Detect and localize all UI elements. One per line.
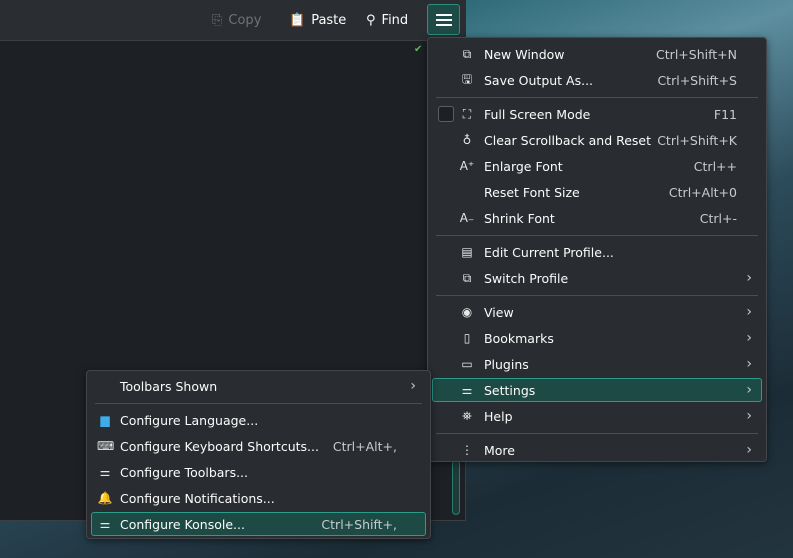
menu-item-label: Configure Notifications... [120, 490, 275, 506]
menu-item-help[interactable]: ⛯ Help › [432, 404, 762, 428]
shortcut-label: F11 [713, 106, 737, 122]
menu-item-bookmarks[interactable]: ▯ Bookmarks › [432, 326, 762, 350]
menu-item-plugins[interactable]: ▭ Plugins › [432, 352, 762, 376]
chevron-right-icon: › [746, 442, 752, 458]
chevron-right-icon: › [746, 304, 752, 320]
edit-profile-icon: ▤ [461, 245, 473, 259]
menu-item-configure-keyboard-shortcuts[interactable]: ⌨ Configure Keyboard Shortcuts... Ctrl+Alt… [91, 434, 426, 458]
menu-item-configure-notifications[interactable]: 🔔 Configure Notifications... [91, 486, 426, 510]
shortcut-label: Ctrl+Alt+, [332, 438, 397, 454]
toolbars-icon: ⚌ [99, 465, 111, 479]
chevron-right-icon: › [746, 408, 752, 424]
menu-item-reset-font-size[interactable]: Reset Font Size Ctrl+Alt+0 [432, 180, 762, 204]
menu-item-new-window[interactable]: ⧉ New Window Ctrl+Shift+N [432, 42, 762, 66]
menu-item-label: Full Screen Mode [484, 106, 591, 122]
fullscreen-icon: ⛶ [462, 106, 472, 121]
menu-item-label: Bookmarks [484, 330, 554, 346]
keyboard-icon: ⌨ [97, 439, 115, 453]
menu-item-label: Plugins [484, 356, 529, 372]
help-icon: ⛯ [462, 408, 472, 423]
menu-item-label: More [484, 442, 515, 458]
menu-item-label: Shrink Font [484, 210, 555, 226]
menu-item-save-output-as[interactable]: 🖫 Save Output As... Ctrl+Shift+S [432, 68, 762, 92]
menu-separator [436, 295, 758, 296]
eye-icon: ◉ [461, 305, 473, 319]
menu-item-label: Reset Font Size [484, 184, 580, 200]
checkbox[interactable] [438, 106, 454, 122]
chevron-right-icon: › [746, 330, 752, 346]
shortcut-label: Ctrl++ [693, 158, 737, 174]
bookmark-icon: ▯ [463, 331, 471, 345]
menu-item-configure-language[interactable]: ▆ Configure Language... [91, 408, 426, 432]
menu-item-configure-toolbars[interactable]: ⚌ Configure Toolbars... [91, 460, 426, 484]
shortcut-label: Ctrl+Shift+, [321, 516, 397, 532]
menu-item-clear-scrollback-and-reset[interactable]: ♁ Clear Scrollback and Reset Ctrl+Shift+K [432, 128, 762, 152]
settings-icon: ⚌ [461, 383, 473, 397]
enlarge-font-icon: A⁺ [459, 159, 475, 173]
chevron-right-icon: › [746, 382, 752, 398]
menu-item-label: Configure Konsole... [120, 516, 245, 532]
menu-item-view[interactable]: ◉ View › [432, 300, 762, 324]
menu-separator [95, 403, 422, 404]
menu-item-label: Save Output As... [484, 72, 594, 88]
menu-item-label: Configure Language... [120, 412, 259, 428]
menu-item-shrink-font[interactable]: A₋ Shrink Font Ctrl+- [432, 206, 762, 230]
menu-item-label: Settings [484, 382, 536, 398]
paste-icon: 📋 [289, 12, 306, 28]
shortcut-label: Ctrl+Alt+0 [668, 184, 737, 200]
menu-item-more[interactable]: ⋮ More › [432, 438, 762, 462]
menu-item-label: View [484, 304, 514, 320]
language-icon: ▆ [100, 413, 110, 427]
menu-item-settings[interactable]: ⚌ Settings › [432, 378, 762, 402]
menu-item-label: Switch Profile [484, 270, 569, 286]
menu-item-enlarge-font[interactable]: A⁺ Enlarge Font Ctrl++ [432, 154, 762, 178]
copy-label: Copy [228, 12, 262, 28]
menu-separator [436, 433, 758, 434]
switch-profile-icon: ⧉ [462, 270, 472, 285]
clear-icon: ♁ [462, 133, 472, 147]
main-menu: ⧉ New Window Ctrl+Shift+N 🖫 Save Output As..… [427, 37, 767, 462]
shortcut-label: Ctrl+Shift+K [657, 132, 737, 148]
find-button[interactable]: ⚲ Find [366, 8, 408, 32]
save-icon: 🖫 [461, 71, 473, 86]
menu-item-label: Edit Current Profile... [484, 244, 614, 260]
menu-item-label: Help [484, 408, 513, 424]
chevron-right-icon: › [410, 378, 416, 394]
settings-submenu: Toolbars Shown › ▆ Configure Language... ⌨ Co… [86, 370, 431, 539]
hamburger-menu-button[interactable] [427, 4, 460, 35]
search-icon: ⚲ [366, 12, 376, 28]
paste-button[interactable]: 📋 Paste [289, 8, 346, 32]
configure-icon: ⚌ [99, 517, 111, 531]
menu-item-label: Clear Scrollback and Reset [484, 132, 652, 148]
shortcut-label: Ctrl+Shift+S [657, 72, 737, 88]
menu-item-edit-current-profile[interactable]: ▤ Edit Current Profile... [432, 240, 762, 264]
menu-item-label: Configure Toolbars... [120, 464, 249, 480]
copy-button[interactable]: ⎘ Copy [212, 8, 261, 32]
menu-separator [436, 97, 758, 98]
menu-item-toolbars-shown[interactable]: Toolbars Shown › [91, 374, 426, 398]
menu-item-label: Toolbars Shown [120, 378, 218, 394]
scrollbar[interactable] [452, 460, 460, 515]
toolbar: ⎘ Copy 📋 Paste ⚲ Find [0, 0, 466, 41]
chevron-right-icon: › [746, 270, 752, 286]
new-window-icon: ⧉ [462, 46, 472, 61]
menu-item-switch-profile[interactable]: ⧉ Switch Profile › [432, 266, 762, 290]
shrink-font-icon: A₋ [459, 211, 475, 225]
chevron-right-icon: › [746, 356, 752, 372]
copy-icon: ⎘ [212, 12, 223, 28]
bell-icon: 🔔 [97, 491, 113, 505]
menu-item-full-screen-mode[interactable]: ⛶ Full Screen Mode F11 [432, 102, 762, 126]
find-label: Find [381, 12, 409, 28]
plugins-icon: ▭ [461, 357, 473, 371]
paste-label: Paste [311, 12, 347, 28]
menu-item-label: Configure Keyboard Shortcuts... [120, 438, 319, 454]
shortcut-label: Ctrl+Shift+N [656, 46, 737, 62]
menu-separator [436, 235, 758, 236]
menu-item-configure-konsole[interactable]: ⚌ Configure Konsole... Ctrl+Shift+, [91, 512, 426, 536]
menu-item-label: New Window [484, 46, 565, 62]
shortcut-label: Ctrl+- [699, 210, 737, 226]
menu-item-label: Enlarge Font [484, 158, 563, 174]
more-icon: ⋮ [461, 443, 473, 457]
